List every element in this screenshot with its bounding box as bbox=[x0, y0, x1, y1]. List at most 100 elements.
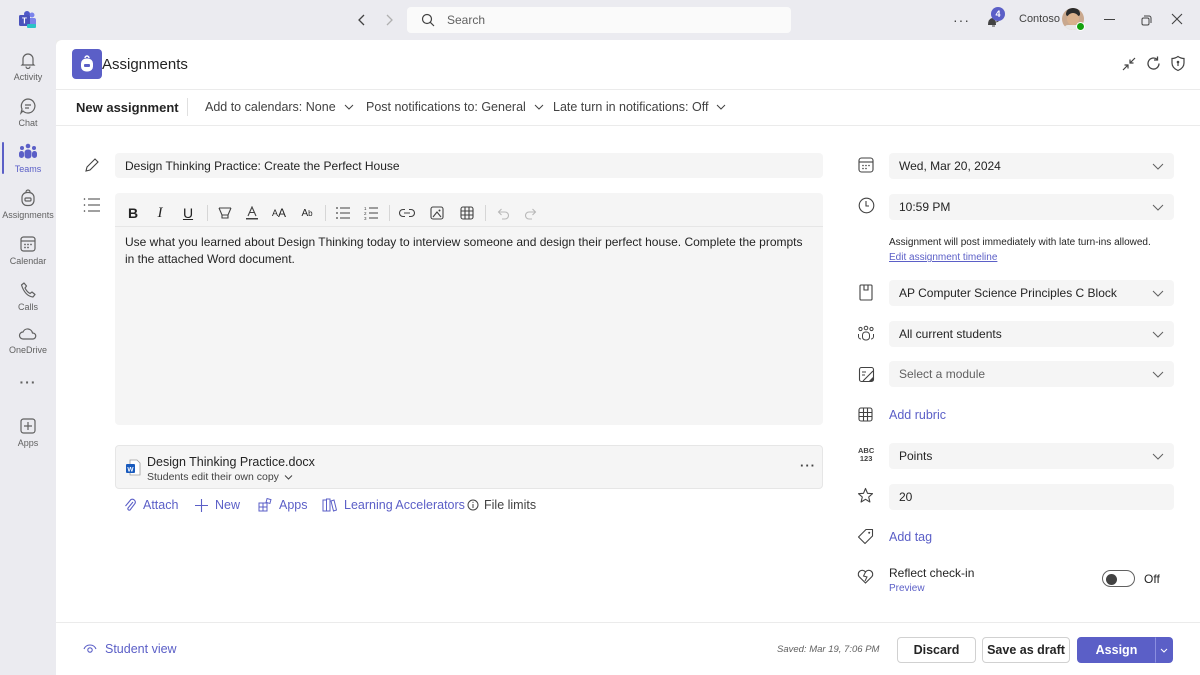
info-icon bbox=[467, 499, 479, 511]
font-color-button[interactable] bbox=[242, 203, 262, 223]
restore-button[interactable] bbox=[1141, 14, 1152, 29]
numbered-list-button[interactable]: 123 bbox=[361, 203, 381, 223]
assign-button[interactable]: Assign bbox=[1077, 637, 1156, 663]
file-limits-button[interactable]: File limits bbox=[467, 498, 536, 512]
list-icon bbox=[83, 198, 101, 215]
rail-item-calendar[interactable]: Calendar bbox=[0, 228, 56, 272]
module-dropdown[interactable]: Select a module bbox=[889, 361, 1174, 387]
chevron-down-icon bbox=[284, 474, 293, 480]
student-view-button[interactable]: Student view bbox=[83, 642, 177, 656]
rail-item-activity[interactable]: Activity bbox=[0, 44, 56, 88]
rail-item-calls[interactable]: Calls bbox=[0, 274, 56, 318]
clear-formatting-button[interactable]: Ab bbox=[297, 203, 317, 223]
students-dropdown[interactable]: All current students bbox=[889, 321, 1174, 347]
teams-icon bbox=[19, 143, 37, 158]
attachment-card[interactable]: W Design Thinking Practice.docx Students… bbox=[115, 445, 823, 489]
due-date-dropdown[interactable]: Wed, Mar 20, 2024 bbox=[889, 153, 1174, 179]
teams-logo-icon: T bbox=[18, 10, 38, 33]
more-options-icon[interactable]: ··· bbox=[953, 12, 970, 28]
link-button[interactable] bbox=[397, 203, 417, 223]
rail-item-assignments[interactable]: Assignments bbox=[0, 182, 56, 226]
italic-button[interactable]: I bbox=[150, 203, 170, 223]
collapse-icon[interactable] bbox=[1121, 56, 1137, 75]
redo-button[interactable] bbox=[521, 203, 541, 223]
rail-item-teams[interactable]: Teams bbox=[0, 136, 56, 180]
refresh-icon[interactable] bbox=[1145, 55, 1162, 75]
shield-icon[interactable] bbox=[1170, 55, 1186, 75]
bold-button[interactable]: B bbox=[123, 203, 143, 223]
add-rubric-button[interactable]: Add rubric bbox=[889, 408, 946, 422]
post-notifications-dropdown[interactable]: Post notifications to: General bbox=[366, 100, 544, 114]
notifications-button[interactable]: 4 bbox=[985, 7, 1005, 33]
apps-button[interactable]: Apps bbox=[258, 498, 308, 512]
saved-timestamp: Saved: Mar 19, 7:06 PM bbox=[777, 644, 880, 655]
apps-icon bbox=[258, 498, 272, 512]
heart-icon bbox=[857, 569, 874, 587]
table-icon bbox=[460, 206, 474, 220]
add-tag-button[interactable]: Add tag bbox=[889, 530, 932, 544]
bullet-list-button[interactable] bbox=[333, 203, 353, 223]
people-icon bbox=[857, 325, 875, 345]
eye-icon bbox=[83, 644, 97, 653]
phone-icon bbox=[20, 281, 36, 298]
format-toolbar: B I U AA Ab 123 bbox=[115, 193, 823, 227]
grading-type-icon: ABC 123 bbox=[858, 446, 875, 463]
reflect-toggle-state: Off bbox=[1144, 572, 1160, 586]
class-dropdown[interactable]: AP Computer Science Principles C Block bbox=[889, 280, 1174, 306]
rail-item-onedrive[interactable]: OneDrive bbox=[0, 318, 56, 362]
page-title: Assignments bbox=[102, 56, 188, 73]
close-button[interactable] bbox=[1171, 13, 1183, 28]
late-turn-in-dropdown[interactable]: Late turn in notifications: Off bbox=[553, 100, 726, 114]
reflect-preview-link[interactable]: Preview bbox=[889, 583, 925, 594]
chevron-down-icon bbox=[1152, 331, 1164, 338]
assignment-title-input[interactable]: Design Thinking Practice: Create the Per… bbox=[115, 153, 823, 178]
assign-options-button[interactable] bbox=[1155, 637, 1173, 663]
forward-button[interactable] bbox=[383, 12, 395, 31]
books-icon bbox=[322, 498, 337, 512]
font-size-button[interactable]: AA bbox=[269, 203, 289, 223]
reflect-toggle[interactable] bbox=[1102, 570, 1135, 587]
chat-icon bbox=[19, 97, 36, 115]
image-icon bbox=[430, 206, 444, 220]
chevron-down-icon bbox=[1152, 204, 1164, 211]
calendars-dropdown[interactable]: Add to calendars: None bbox=[205, 100, 354, 114]
edit-timeline-link[interactable]: Edit assignment timeline bbox=[889, 252, 997, 263]
bullet-list-icon bbox=[336, 207, 350, 219]
discard-button[interactable]: Discard bbox=[897, 637, 976, 663]
rail-item-apps[interactable]: Apps bbox=[0, 410, 56, 454]
calendar-icon bbox=[20, 235, 36, 252]
font-color-icon bbox=[246, 206, 258, 220]
attachment-name: Design Thinking Practice.docx bbox=[147, 455, 315, 469]
new-file-button[interactable]: New bbox=[195, 498, 240, 512]
table-button[interactable] bbox=[457, 203, 477, 223]
grading-dropdown[interactable]: Points bbox=[889, 443, 1174, 469]
minimize-button[interactable] bbox=[1104, 19, 1115, 20]
save-draft-button[interactable]: Save as draft bbox=[982, 637, 1070, 663]
highlighter-icon bbox=[218, 207, 232, 219]
underline-button[interactable]: U bbox=[178, 203, 198, 223]
rubric-grid-icon bbox=[858, 407, 873, 425]
star-icon bbox=[857, 487, 874, 507]
assignments-app-icon bbox=[72, 49, 102, 79]
chevron-down-icon bbox=[1152, 163, 1164, 170]
attachment-more-icon[interactable]: ··· bbox=[800, 458, 816, 473]
chevron-down-icon bbox=[1160, 648, 1168, 653]
back-button[interactable] bbox=[356, 12, 368, 31]
instructions-text[interactable]: Use what you learned about Design Thinki… bbox=[125, 234, 815, 267]
learning-accelerators-button[interactable]: Learning Accelerators bbox=[322, 498, 465, 512]
search-input[interactable]: Search bbox=[407, 7, 791, 33]
title-bar: T Search ··· 4 Contoso bbox=[0, 0, 1200, 40]
rail-more-apps-icon[interactable]: ··· bbox=[0, 360, 56, 404]
attach-button[interactable]: Attach bbox=[124, 498, 178, 512]
due-time-dropdown[interactable]: 10:59 PM bbox=[889, 194, 1174, 220]
add-app-icon bbox=[20, 417, 36, 434]
points-input[interactable]: 20 bbox=[889, 484, 1174, 510]
undo-button[interactable] bbox=[493, 203, 513, 223]
backpack-icon bbox=[21, 188, 35, 206]
attachment-permission-dropdown[interactable]: Students edit their own copy bbox=[147, 471, 293, 483]
new-assignment-label: New assignment bbox=[76, 100, 179, 115]
toolbar-separator bbox=[389, 205, 390, 221]
highlight-button[interactable] bbox=[215, 203, 235, 223]
image-button[interactable] bbox=[427, 203, 447, 223]
rail-item-chat[interactable]: Chat bbox=[0, 90, 56, 134]
